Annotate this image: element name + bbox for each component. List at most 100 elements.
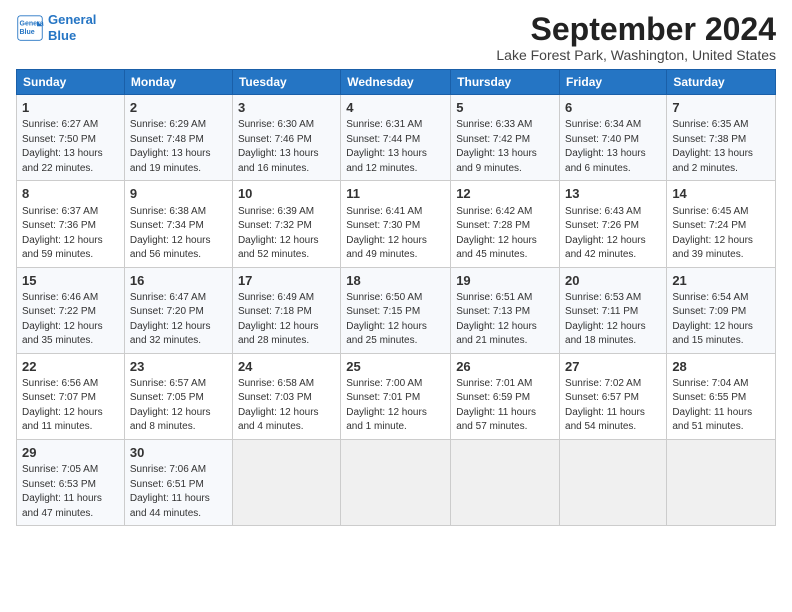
day-detail: Sunrise: 6:57 AMSunset: 7:05 PMDaylight:… [130, 377, 227, 435]
calendar-cell [232, 439, 340, 525]
calendar-body: 1Sunrise: 6:27 AMSunset: 7:50 PMDaylight… [17, 95, 776, 526]
header-row: General Blue General Blue September 2024… [16, 12, 776, 63]
calendar-cell: 16Sunrise: 6:47 AMSunset: 7:20 PMDayligh… [124, 267, 232, 353]
day-detail: Sunrise: 6:31 AMSunset: 7:44 PMDaylight:… [346, 118, 445, 176]
day-number: 8 [22, 185, 119, 203]
calendar-cell: 28Sunrise: 7:04 AMSunset: 6:55 PMDayligh… [667, 353, 776, 439]
calendar-cell: 18Sunrise: 6:50 AMSunset: 7:15 PMDayligh… [341, 267, 451, 353]
calendar-cell: 3Sunrise: 6:30 AMSunset: 7:46 PMDaylight… [232, 95, 340, 181]
day-number: 23 [130, 358, 227, 376]
calendar-cell: 6Sunrise: 6:34 AMSunset: 7:40 PMDaylight… [560, 95, 667, 181]
day-number: 6 [565, 99, 661, 117]
calendar-cell: 22Sunrise: 6:56 AMSunset: 7:07 PMDayligh… [17, 353, 125, 439]
calendar-cell [560, 439, 667, 525]
day-number: 30 [130, 444, 227, 462]
day-detail: Sunrise: 6:56 AMSunset: 7:07 PMDaylight:… [22, 377, 119, 435]
calendar-cell: 19Sunrise: 6:51 AMSunset: 7:13 PMDayligh… [451, 267, 560, 353]
calendar-cell: 11 Sunrise: 6:41 AMSunset: 7:30 PMDayligh… [341, 181, 451, 267]
day-number: 21 [672, 272, 770, 290]
day-number: 3 [238, 99, 335, 117]
calendar-table: Sunday Monday Tuesday Wednesday Thursday… [16, 69, 776, 526]
day-detail: Sunrise: 6:38 AMSunset: 7:34 PMDaylight:… [130, 205, 227, 263]
subtitle: Lake Forest Park, Washington, United Sta… [496, 47, 776, 63]
day-detail: Sunrise: 7:05 AMSunset: 6:53 PMDaylight:… [22, 463, 119, 521]
day-detail: Sunrise: 6:53 AMSunset: 7:11 PMDaylight:… [565, 291, 661, 349]
calendar-cell: 26Sunrise: 7:01 AMSunset: 6:59 PMDayligh… [451, 353, 560, 439]
day-detail: Sunrise: 6:54 AMSunset: 7:09 PMDaylight:… [672, 291, 770, 349]
day-number: 10 [238, 185, 335, 203]
col-saturday: Saturday [667, 70, 776, 95]
calendar-week-2: 8 Sunrise: 6:37 AMSunset: 7:36 PMDaylight… [17, 181, 776, 267]
month-title: September 2024 [496, 12, 776, 47]
day-detail: Sunrise: 6:29 AMSunset: 7:48 PMDaylight:… [130, 118, 227, 176]
day-detail: Sunrise: 6:39 AMSunset: 7:32 PMDaylight:… [238, 205, 335, 263]
day-detail: Sunrise: 7:02 AMSunset: 6:57 PMDaylight:… [565, 377, 661, 435]
day-number: 18 [346, 272, 445, 290]
day-number: 1 [22, 99, 119, 117]
day-number: 17 [238, 272, 335, 290]
col-tuesday: Tuesday [232, 70, 340, 95]
day-number: 13 [565, 185, 661, 203]
day-number: 25 [346, 358, 445, 376]
calendar-cell: 20Sunrise: 6:53 AMSunset: 7:11 PMDayligh… [560, 267, 667, 353]
calendar-week-3: 15Sunrise: 6:46 AMSunset: 7:22 PMDayligh… [17, 267, 776, 353]
title-block: September 2024 Lake Forest Park, Washing… [496, 12, 776, 63]
day-number: 7 [672, 99, 770, 117]
col-monday: Monday [124, 70, 232, 95]
logo: General Blue General Blue [16, 12, 96, 43]
calendar-week-1: 1Sunrise: 6:27 AMSunset: 7:50 PMDaylight… [17, 95, 776, 181]
calendar-cell: 10 Sunrise: 6:39 AMSunset: 7:32 PMDayligh… [232, 181, 340, 267]
day-detail: Sunrise: 7:06 AMSunset: 6:51 PMDaylight:… [130, 463, 227, 521]
day-number: 22 [22, 358, 119, 376]
calendar-cell [667, 439, 776, 525]
day-number: 16 [130, 272, 227, 290]
day-detail: Sunrise: 6:33 AMSunset: 7:42 PMDaylight:… [456, 118, 554, 176]
day-detail: Sunrise: 6:27 AMSunset: 7:50 PMDaylight:… [22, 118, 119, 176]
svg-text:General: General [20, 20, 45, 27]
day-detail: Sunrise: 6:50 AMSunset: 7:15 PMDaylight:… [346, 291, 445, 349]
day-number: 4 [346, 99, 445, 117]
calendar-cell: 13 Sunrise: 6:43 AMSunset: 7:26 PMDayligh… [560, 181, 667, 267]
day-number: 9 [130, 185, 227, 203]
calendar-cell: 29Sunrise: 7:05 AMSunset: 6:53 PMDayligh… [17, 439, 125, 525]
day-detail: Sunrise: 6:49 AMSunset: 7:18 PMDaylight:… [238, 291, 335, 349]
calendar-cell: 7Sunrise: 6:35 AMSunset: 7:38 PMDaylight… [667, 95, 776, 181]
day-number: 11 [346, 185, 445, 203]
logo-text-general: General [48, 12, 96, 28]
calendar-cell: 25Sunrise: 7:00 AMSunset: 7:01 PMDayligh… [341, 353, 451, 439]
day-detail: Sunrise: 6:51 AMSunset: 7:13 PMDaylight:… [456, 291, 554, 349]
calendar-cell: 15Sunrise: 6:46 AMSunset: 7:22 PMDayligh… [17, 267, 125, 353]
calendar-cell: 30Sunrise: 7:06 AMSunset: 6:51 PMDayligh… [124, 439, 232, 525]
day-detail: Sunrise: 6:37 AMSunset: 7:36 PMDaylight:… [22, 205, 119, 263]
calendar-cell: 24Sunrise: 6:58 AMSunset: 7:03 PMDayligh… [232, 353, 340, 439]
calendar-week-5: 29Sunrise: 7:05 AMSunset: 6:53 PMDayligh… [17, 439, 776, 525]
calendar-cell [341, 439, 451, 525]
col-thursday: Thursday [451, 70, 560, 95]
day-number: 2 [130, 99, 227, 117]
day-detail: Sunrise: 6:42 AMSunset: 7:28 PMDaylight:… [456, 205, 554, 263]
day-detail: Sunrise: 7:00 AMSunset: 7:01 PMDaylight:… [346, 377, 445, 435]
calendar-cell: 23Sunrise: 6:57 AMSunset: 7:05 PMDayligh… [124, 353, 232, 439]
day-number: 28 [672, 358, 770, 376]
col-sunday: Sunday [17, 70, 125, 95]
day-number: 5 [456, 99, 554, 117]
day-number: 14 [672, 185, 770, 203]
calendar-cell: 21Sunrise: 6:54 AMSunset: 7:09 PMDayligh… [667, 267, 776, 353]
day-detail: Sunrise: 6:34 AMSunset: 7:40 PMDaylight:… [565, 118, 661, 176]
calendar-cell: 27Sunrise: 7:02 AMSunset: 6:57 PMDayligh… [560, 353, 667, 439]
day-number: 29 [22, 444, 119, 462]
day-detail: Sunrise: 6:41 AMSunset: 7:30 PMDaylight:… [346, 205, 445, 263]
calendar-cell: 14Sunrise: 6:45 AMSunset: 7:24 PMDayligh… [667, 181, 776, 267]
calendar-cell: 12 Sunrise: 6:42 AMSunset: 7:28 PMDayligh… [451, 181, 560, 267]
day-detail: Sunrise: 6:43 AMSunset: 7:26 PMDaylight:… [565, 205, 661, 263]
day-detail: Sunrise: 6:46 AMSunset: 7:22 PMDaylight:… [22, 291, 119, 349]
day-number: 20 [565, 272, 661, 290]
day-number: 15 [22, 272, 119, 290]
calendar-week-4: 22Sunrise: 6:56 AMSunset: 7:07 PMDayligh… [17, 353, 776, 439]
day-number: 12 [456, 185, 554, 203]
calendar-cell: 9 Sunrise: 6:38 AMSunset: 7:34 PMDaylight… [124, 181, 232, 267]
col-friday: Friday [560, 70, 667, 95]
day-detail: Sunrise: 6:35 AMSunset: 7:38 PMDaylight:… [672, 118, 770, 176]
calendar-cell: 8 Sunrise: 6:37 AMSunset: 7:36 PMDaylight… [17, 181, 125, 267]
day-number: 19 [456, 272, 554, 290]
